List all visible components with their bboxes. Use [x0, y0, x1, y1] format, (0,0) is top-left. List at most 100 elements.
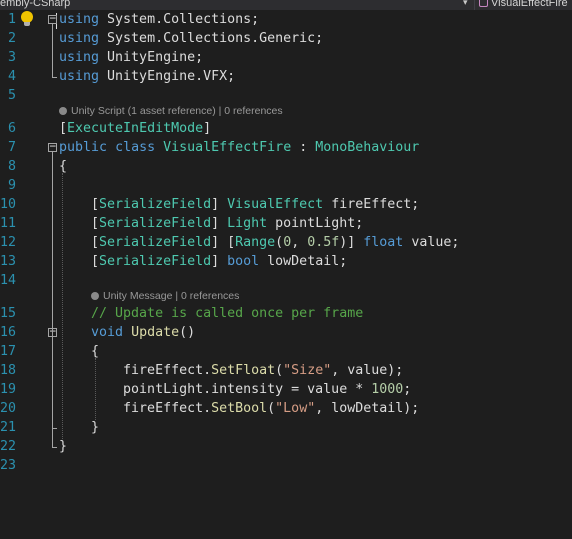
code-token: Range [235, 235, 276, 250]
navigation-bar: embly-CSharp ▾ VisualEffectFire [0, 0, 572, 10]
code-token: [ [59, 254, 100, 269]
codelens-separator: | [172, 290, 182, 302]
code-line[interactable]: 4 using UnityEngine.VFX; [0, 67, 572, 86]
code-line[interactable]: 1 using System.Collections; [0, 10, 572, 29]
code-token: , [291, 235, 308, 250]
code-token: // Update is called once per frame [59, 306, 364, 321]
codelens-kind[interactable]: Unity Message [103, 290, 172, 302]
code-token: 0 [283, 235, 292, 250]
code-token: ; [403, 382, 412, 397]
code-token: UnityEngine; [99, 50, 204, 65]
line-number: 19 [0, 382, 17, 397]
line-code: } [59, 437, 67, 456]
code-token: System.Collections; [99, 12, 260, 27]
code-line[interactable]: 15 // Update is called once per frame [0, 304, 572, 323]
code-token: VisualEffectFire [163, 140, 292, 155]
code-line[interactable]: 11 [SerializeField] Light pointLight; [0, 214, 572, 233]
code-line[interactable]: 8{ [0, 157, 572, 176]
line-number: 7 [7, 140, 16, 155]
line-number: 4 [7, 69, 16, 84]
code-line[interactable]: 6 [ExecuteInEditMode] [0, 119, 572, 138]
code-line[interactable]: 13 [SerializeField] bool lowDetail; [0, 252, 572, 271]
code-line[interactable]: 17 { [0, 342, 572, 361]
code-token: } [59, 420, 100, 435]
chevron-down-icon[interactable]: ▾ [463, 0, 468, 8]
code-token: , value); [331, 363, 404, 378]
code-token: using [59, 31, 100, 46]
line-code: { [59, 342, 99, 361]
fold-region-line [52, 152, 53, 447]
line-code: fireEffect.SetBool("Low", lowDetail); [59, 399, 419, 418]
code-token: 1000 [371, 382, 404, 397]
code-line[interactable]: 21 } [0, 418, 572, 437]
code-token: float [363, 235, 404, 250]
code-line[interactable]: 5 [0, 86, 572, 105]
code-line[interactable]: 18 fireEffect.SetFloat("Size", value); [0, 361, 572, 380]
code-editor[interactable]: 1 using System.Collections; 2 using System.… [0, 10, 572, 539]
code-line[interactable]: 9 [0, 176, 572, 195]
line-code: { [59, 157, 67, 176]
code-token: using [59, 12, 100, 27]
collapse-icon[interactable]: − [48, 15, 57, 24]
code-line[interactable]: 12 [SerializeField] [Range(0, 0.5f)] flo… [0, 233, 572, 252]
code-token: fireEffect. [59, 363, 212, 378]
code-line[interactable]: 23 [0, 456, 572, 475]
lightbulb-base [24, 22, 30, 26]
fold-region-line [52, 24, 53, 77]
code-token: using [59, 69, 100, 84]
code-line[interactable]: 22} [0, 437, 572, 456]
code-token: SetFloat [211, 363, 276, 378]
line-code: pointLight.intensity = value * 1000; [59, 380, 411, 399]
code-token: [ [59, 197, 100, 212]
line-number: 13 [0, 254, 17, 269]
code-token: : [291, 140, 316, 155]
code-token: [ [59, 216, 100, 231]
code-token: pointLight; [267, 216, 364, 231]
codelens-references-link[interactable]: 0 references [224, 105, 282, 117]
code-line[interactable]: 16 void Update() [0, 323, 572, 342]
codelens-class: Unity Script (1 asset reference) | 0 ref… [0, 105, 572, 119]
code-token: ( [275, 363, 284, 378]
code-token: SerializeField [99, 235, 212, 250]
code-token: ] [211, 216, 228, 231]
codelens-kind[interactable]: Unity Script (1 asset reference) [71, 105, 216, 117]
line-code: [SerializeField] VisualEffect fireEffect… [59, 195, 419, 214]
code-token: [ [59, 121, 68, 136]
code-line[interactable]: 14 [0, 271, 572, 290]
code-line[interactable]: 2 using System.Collections.Generic; [0, 29, 572, 48]
code-token: } [59, 439, 68, 454]
line-number: 10 [0, 197, 17, 212]
collapse-icon[interactable]: − [48, 143, 57, 152]
code-line[interactable]: 3 using UnityEngine; [0, 48, 572, 67]
line-code: [SerializeField] Light pointLight; [59, 214, 363, 233]
line-number: 23 [0, 458, 17, 473]
code-token: { [59, 159, 68, 174]
line-code: [ExecuteInEditMode] [59, 119, 211, 138]
fold-region-end [52, 447, 57, 448]
code-line[interactable]: 20 fireEffect.SetBool("Low", lowDetail); [0, 399, 572, 418]
code-line[interactable]: 19 pointLight.intensity = value * 1000; [0, 380, 572, 399]
line-number: 16 [0, 325, 17, 340]
codelens-references-link[interactable]: 0 references [181, 290, 239, 302]
codelens-info-icon [59, 107, 67, 115]
line-code: } [59, 418, 99, 437]
code-token: public [59, 140, 108, 155]
member-dropdown[interactable]: VisualEffectFire [474, 0, 572, 10]
code-token: fireEffect. [59, 401, 212, 416]
codelens-text: Unity Script (1 asset reference) | 0 ref… [59, 105, 283, 117]
codelens-text: Unity Message | 0 references [91, 290, 239, 302]
indent-guide [62, 173, 63, 439]
code-token: pointLight.intensity = value * [59, 382, 372, 397]
code-line[interactable]: 7 public class VisualEffectFire : MonoBeh… [0, 138, 572, 157]
lightbulb-icon[interactable] [20, 11, 34, 28]
line-code: // Update is called once per frame [59, 304, 363, 323]
line-number: 21 [0, 420, 17, 435]
code-token: ] [203, 121, 212, 136]
codelens-separator: | [215, 105, 225, 117]
code-line[interactable]: 10 [SerializeField] VisualEffect fireEff… [0, 195, 572, 214]
code-token: void [91, 325, 124, 340]
project-dropdown[interactable]: embly-CSharp [0, 0, 70, 9]
line-code: [SerializeField] bool lowDetail; [59, 252, 347, 271]
